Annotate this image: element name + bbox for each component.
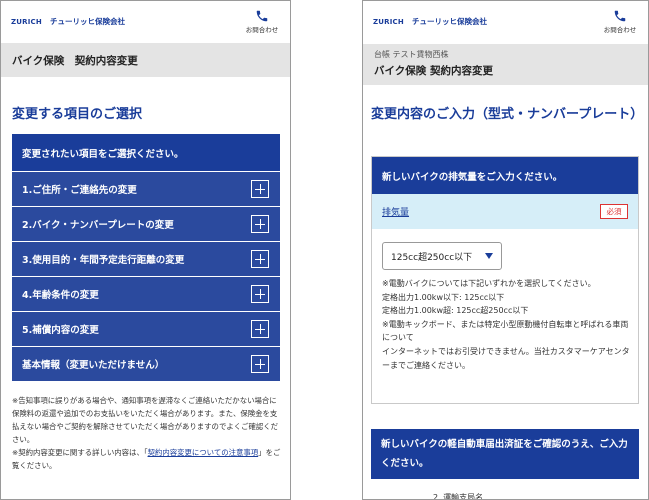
- menu-item-label: 4.年齢条件の変更: [22, 290, 99, 301]
- contact-button[interactable]: お問合わせ: [242, 9, 282, 34]
- menu-item-usage-distance[interactable]: 3.使用目的・年間予定走行距離の変更: [12, 242, 280, 276]
- app-header: ZURICH チューリッヒ保険会社 お問合わせ: [363, 1, 648, 41]
- field-label-row: 排気量 必須: [372, 194, 638, 229]
- change-item-menu: 変更されたい項目をご選択ください。 1.ご住所・ご連絡先の変更 2.バイク・ナン…: [12, 134, 280, 381]
- displacement-label-link[interactable]: 排気量: [382, 205, 409, 218]
- app-header: ZURICH チューリッヒ保険会社 お問合わせ: [1, 1, 290, 41]
- field-note: ※電動キックボード、または特定小型原動機付自転車と呼ばれる車両について: [382, 319, 629, 343]
- insured-name: 台帳 テスト賃物西株: [374, 50, 449, 59]
- phone-icon: [614, 10, 626, 22]
- card-header: 新しいバイクの排気量をご入力ください。: [372, 157, 638, 194]
- brand[interactable]: ZURICH チューリッヒ保険会社: [11, 16, 125, 27]
- menu-item-age[interactable]: 4.年齢条件の変更: [12, 277, 280, 311]
- note-disclosure: ※告知事項に誤りがある場合や、通知事項を遅滞なくご連絡いただかない場合に保険料の…: [12, 396, 279, 444]
- select-value: 125cc超250cc以下: [391, 252, 473, 263]
- breadcrumb: 台帳 テスト賃物西株 バイク保険 契約内容変更: [363, 44, 648, 85]
- brand[interactable]: ZURICH チューリッヒ保険会社: [373, 16, 487, 27]
- menu-item-coverage[interactable]: 5.補償内容の変更: [12, 312, 280, 346]
- brand-name: チューリッヒ保険会社: [411, 17, 487, 26]
- contact-label: お問合わせ: [603, 26, 637, 34]
- section-heading: 変更する項目のご選択: [12, 107, 143, 122]
- section-heading: 変更内容のご入力（型式・ナンバープレート）: [371, 107, 644, 122]
- menu-header: 変更されたい項目をご選択ください。: [12, 134, 280, 171]
- field-notes: ※電動バイクについては下記いずれかを選択してください。 定格出力1.00kw以下…: [382, 277, 632, 372]
- menu-item-label: 3.使用目的・年間予定走行距離の変更: [22, 255, 185, 266]
- transport-bureau-label: 2. 運輸支局名: [433, 493, 484, 500]
- notes: ※告知事項に誤りがある場合や、通知事項を遅滞なくご連絡いただかない場合に保険料の…: [12, 394, 282, 472]
- plus-icon: [251, 285, 269, 303]
- menu-item-basic-info[interactable]: 基本情報（変更いただけません）: [12, 347, 280, 381]
- caret-down-icon: [485, 253, 493, 259]
- screen-right: ZURICH チューリッヒ保険会社 お問合わせ 台帳 テスト賃物西株 バイク保険…: [362, 0, 649, 500]
- required-badge: 必須: [600, 204, 628, 219]
- contact-button[interactable]: お問合わせ: [600, 9, 640, 34]
- brand-name: チューリッヒ保険会社: [49, 17, 125, 26]
- note-details: ※契約内容変更に関する詳しい内容は、「契約内容変更についての注意事項」をご覧くだ…: [12, 446, 282, 472]
- zurich-logo: ZURICH: [11, 17, 42, 26]
- field-note: 定格出力1.00kw以下: 125cc以下: [382, 292, 505, 302]
- plus-icon: [251, 250, 269, 268]
- field-note: 定格出力1.00kw超: 125cc超250cc以下: [382, 306, 529, 316]
- menu-item-bike-plate[interactable]: 2.バイク・ナンバープレートの変更: [12, 207, 280, 241]
- menu-item-label: 2.バイク・ナンバープレートの変更: [22, 220, 174, 231]
- zurich-logo: ZURICH: [373, 17, 404, 26]
- page-title: バイク保険 契約内容変更: [374, 65, 493, 77]
- menu-item-address[interactable]: 1.ご住所・ご連絡先の変更: [12, 172, 280, 206]
- field-note: ※電動バイクについては下記いずれかを選択してください。: [382, 279, 596, 288]
- menu-item-label: 1.ご住所・ご連絡先の変更: [22, 185, 137, 196]
- screen-left: ZURICH チューリッヒ保険会社 お問合わせ バイク保険 契約内容変更 変更す…: [0, 0, 291, 500]
- menu-item-label: 基本情報（変更いただけません）: [22, 360, 165, 371]
- contact-label: お問合わせ: [245, 26, 279, 34]
- precautions-link[interactable]: 契約内容変更についての注意事項: [148, 448, 259, 457]
- plus-icon: [251, 355, 269, 373]
- field-note: インターネットではお引受けできません。当社カスタマーケアセンターまでご連絡くださ…: [382, 346, 630, 370]
- page-title: バイク保険 契約内容変更: [12, 54, 138, 67]
- phone-icon: [256, 10, 268, 22]
- menu-item-label: 5.補償内容の変更: [22, 325, 99, 336]
- note-prefix: ※契約内容変更に関する詳しい内容は、「: [12, 448, 148, 457]
- breadcrumb: バイク保険 契約内容変更: [1, 43, 290, 77]
- plus-icon: [251, 320, 269, 338]
- plus-icon: [251, 215, 269, 233]
- displacement-form: 新しいバイクの排気量をご入力ください。 排気量 必須 125cc超250cc以下…: [371, 156, 639, 404]
- next-section-header: 新しいバイクの軽自動車届出済証をご確認のうえ、ご入力ください。: [371, 429, 639, 479]
- displacement-select[interactable]: 125cc超250cc以下: [382, 242, 502, 270]
- plus-icon: [251, 180, 269, 198]
